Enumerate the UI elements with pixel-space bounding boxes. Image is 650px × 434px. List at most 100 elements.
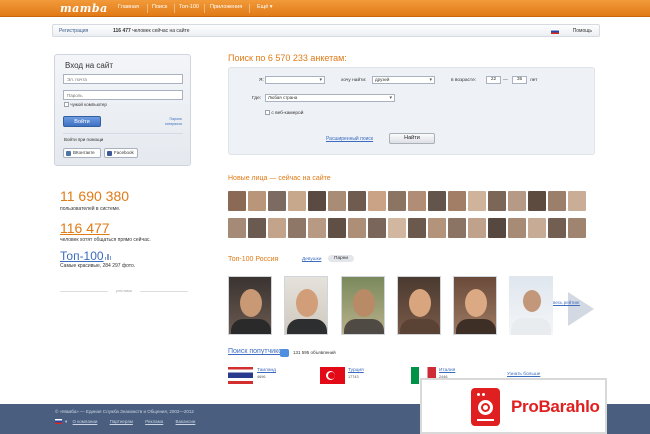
language-dropdown-icon[interactable]: ▾ <box>65 419 67 424</box>
chat-count[interactable]: 116 477 <box>60 220 110 236</box>
i-label: Я: <box>259 78 264 83</box>
password-field[interactable] <box>63 90 183 100</box>
top-photo[interactable] <box>341 276 385 335</box>
forgot-password-link[interactable]: Пароль потерялся <box>152 117 182 126</box>
age-to-input[interactable]: 35 <box>512 76 527 84</box>
face-thumbnail[interactable] <box>528 191 546 211</box>
help-link[interactable]: Помощь <box>573 28 592 34</box>
webcam-option[interactable]: с веб-камерой <box>265 110 303 116</box>
nav-main[interactable]: Главная <box>118 4 139 10</box>
travel-count: 131 595 объявлений <box>293 350 336 355</box>
top-photo[interactable] <box>397 276 441 335</box>
face-thumbnail[interactable] <box>288 218 306 238</box>
email-field[interactable] <box>63 74 183 84</box>
destination-turkey[interactable]: Турция <box>348 368 364 373</box>
facebook-login-button[interactable]: Facebook <box>104 148 138 158</box>
top100-title: Топ-100 Россия <box>228 256 279 263</box>
tab-guys[interactable]: Парни <box>328 255 355 262</box>
face-thumbnail[interactable] <box>548 191 566 211</box>
webcam-checkbox[interactable] <box>265 110 270 115</box>
face-thumbnail[interactable] <box>388 191 406 211</box>
face-thumbnail[interactable] <box>428 218 446 238</box>
vk-login-button[interactable]: ВКонтакте <box>63 148 101 158</box>
remember-checkbox[interactable] <box>64 102 69 108</box>
find-button[interactable]: Найти <box>389 133 435 144</box>
learn-more-link[interactable]: Узнать больше <box>507 372 540 377</box>
mamba-logo[interactable]: mamba <box>60 2 108 15</box>
destination-thailand[interactable]: Таиланд <box>257 368 276 373</box>
travel-search-link[interactable]: Поиск попутчиков <box>228 348 286 355</box>
face-thumbnail[interactable] <box>488 191 506 211</box>
face-thumbnail[interactable] <box>348 218 366 238</box>
users-count: 11 690 380 <box>60 188 130 204</box>
face-thumbnail[interactable] <box>348 191 366 211</box>
face-thumbnail[interactable] <box>228 191 246 211</box>
footer-about-link[interactable]: О компании <box>73 419 98 424</box>
face-thumbnail[interactable] <box>368 191 386 211</box>
target-select[interactable]: друзей <box>372 76 435 84</box>
face-thumbnail[interactable] <box>228 218 246 238</box>
language-flag-icon[interactable] <box>551 29 559 34</box>
face-thumbnail[interactable] <box>508 191 526 211</box>
remember-option[interactable]: чужой компьютер <box>64 102 107 108</box>
face-thumbnail[interactable] <box>308 191 326 211</box>
top-photo[interactable] <box>284 276 328 335</box>
register-link[interactable]: Регистрация <box>59 28 88 34</box>
footer-ads-link[interactable]: Реклама <box>145 419 163 424</box>
all-rating-link[interactable]: весь рейтинг <box>553 300 580 305</box>
top-photo[interactable] <box>228 276 272 335</box>
face-thumbnail[interactable] <box>508 218 526 238</box>
copyright: © «Мамба» — Единая Служба Знакомств и Об… <box>55 409 194 414</box>
face-thumbnail[interactable] <box>548 218 566 238</box>
tab-girls[interactable]: Девушки <box>302 257 321 262</box>
face-thumbnail[interactable] <box>448 218 466 238</box>
watermark-brand: ProBarahlo <box>511 397 600 416</box>
face-thumbnail[interactable] <box>488 218 506 238</box>
face-thumbnail[interactable] <box>268 218 286 238</box>
login-divider <box>63 133 183 134</box>
vk-icon <box>66 150 71 156</box>
turkey-flag-icon[interactable] <box>320 367 345 384</box>
face-thumbnail[interactable] <box>448 191 466 211</box>
russian-flag-icon[interactable] <box>55 419 62 425</box>
age-from-input[interactable]: 22 <box>486 76 501 84</box>
age-separator: — <box>503 78 508 83</box>
face-thumbnail[interactable] <box>328 191 346 211</box>
gender-select[interactable] <box>265 76 325 84</box>
face-thumbnail[interactable] <box>368 218 386 238</box>
arrow-right-icon[interactable] <box>568 292 594 326</box>
thailand-flag-icon[interactable] <box>228 367 253 384</box>
face-thumbnail[interactable] <box>388 218 406 238</box>
face-thumbnail[interactable] <box>428 191 446 211</box>
ad-label: реклама <box>60 288 188 294</box>
face-thumbnail[interactable] <box>408 191 426 211</box>
advanced-search-link[interactable]: Расширенный поиск <box>326 136 373 142</box>
login-button[interactable]: Войти <box>63 116 101 127</box>
face-thumbnail[interactable] <box>568 218 586 238</box>
footer-jobs-link[interactable]: Вакансии <box>176 419 196 424</box>
nav-top100[interactable]: Топ-100 <box>179 4 199 10</box>
face-thumbnail[interactable] <box>408 218 426 238</box>
top100-link[interactable]: Топ-100 <box>60 249 104 263</box>
country-select[interactable]: Любая страна <box>265 94 395 102</box>
face-thumbnail[interactable] <box>468 191 486 211</box>
face-thumbnail[interactable] <box>248 191 266 211</box>
face-thumbnail[interactable] <box>248 218 266 238</box>
face-thumbnail[interactable] <box>468 218 486 238</box>
online-counter: 116 477 человек сейчас на сайте <box>113 28 190 34</box>
nav-more[interactable]: Ещё ▾ <box>257 4 273 10</box>
face-thumbnail[interactable] <box>328 218 346 238</box>
face-thumbnail[interactable] <box>528 218 546 238</box>
face-thumbnail[interactable] <box>288 191 306 211</box>
age-unit: лет <box>530 78 538 83</box>
face-thumbnail[interactable] <box>268 191 286 211</box>
top-photo[interactable] <box>509 276 553 335</box>
face-thumbnail[interactable] <box>568 191 586 211</box>
face-thumbnail[interactable] <box>308 218 326 238</box>
top-photo[interactable] <box>453 276 497 335</box>
destination-italy[interactable]: Италия <box>439 368 455 373</box>
top-navigation-bar: mamba Главная Поиск Топ-100 Приложения Е… <box>0 0 650 17</box>
nav-search[interactable]: Поиск <box>152 4 167 10</box>
nav-apps[interactable]: Приложения <box>210 4 242 10</box>
footer-partners-link[interactable]: Партнерам <box>110 419 133 424</box>
